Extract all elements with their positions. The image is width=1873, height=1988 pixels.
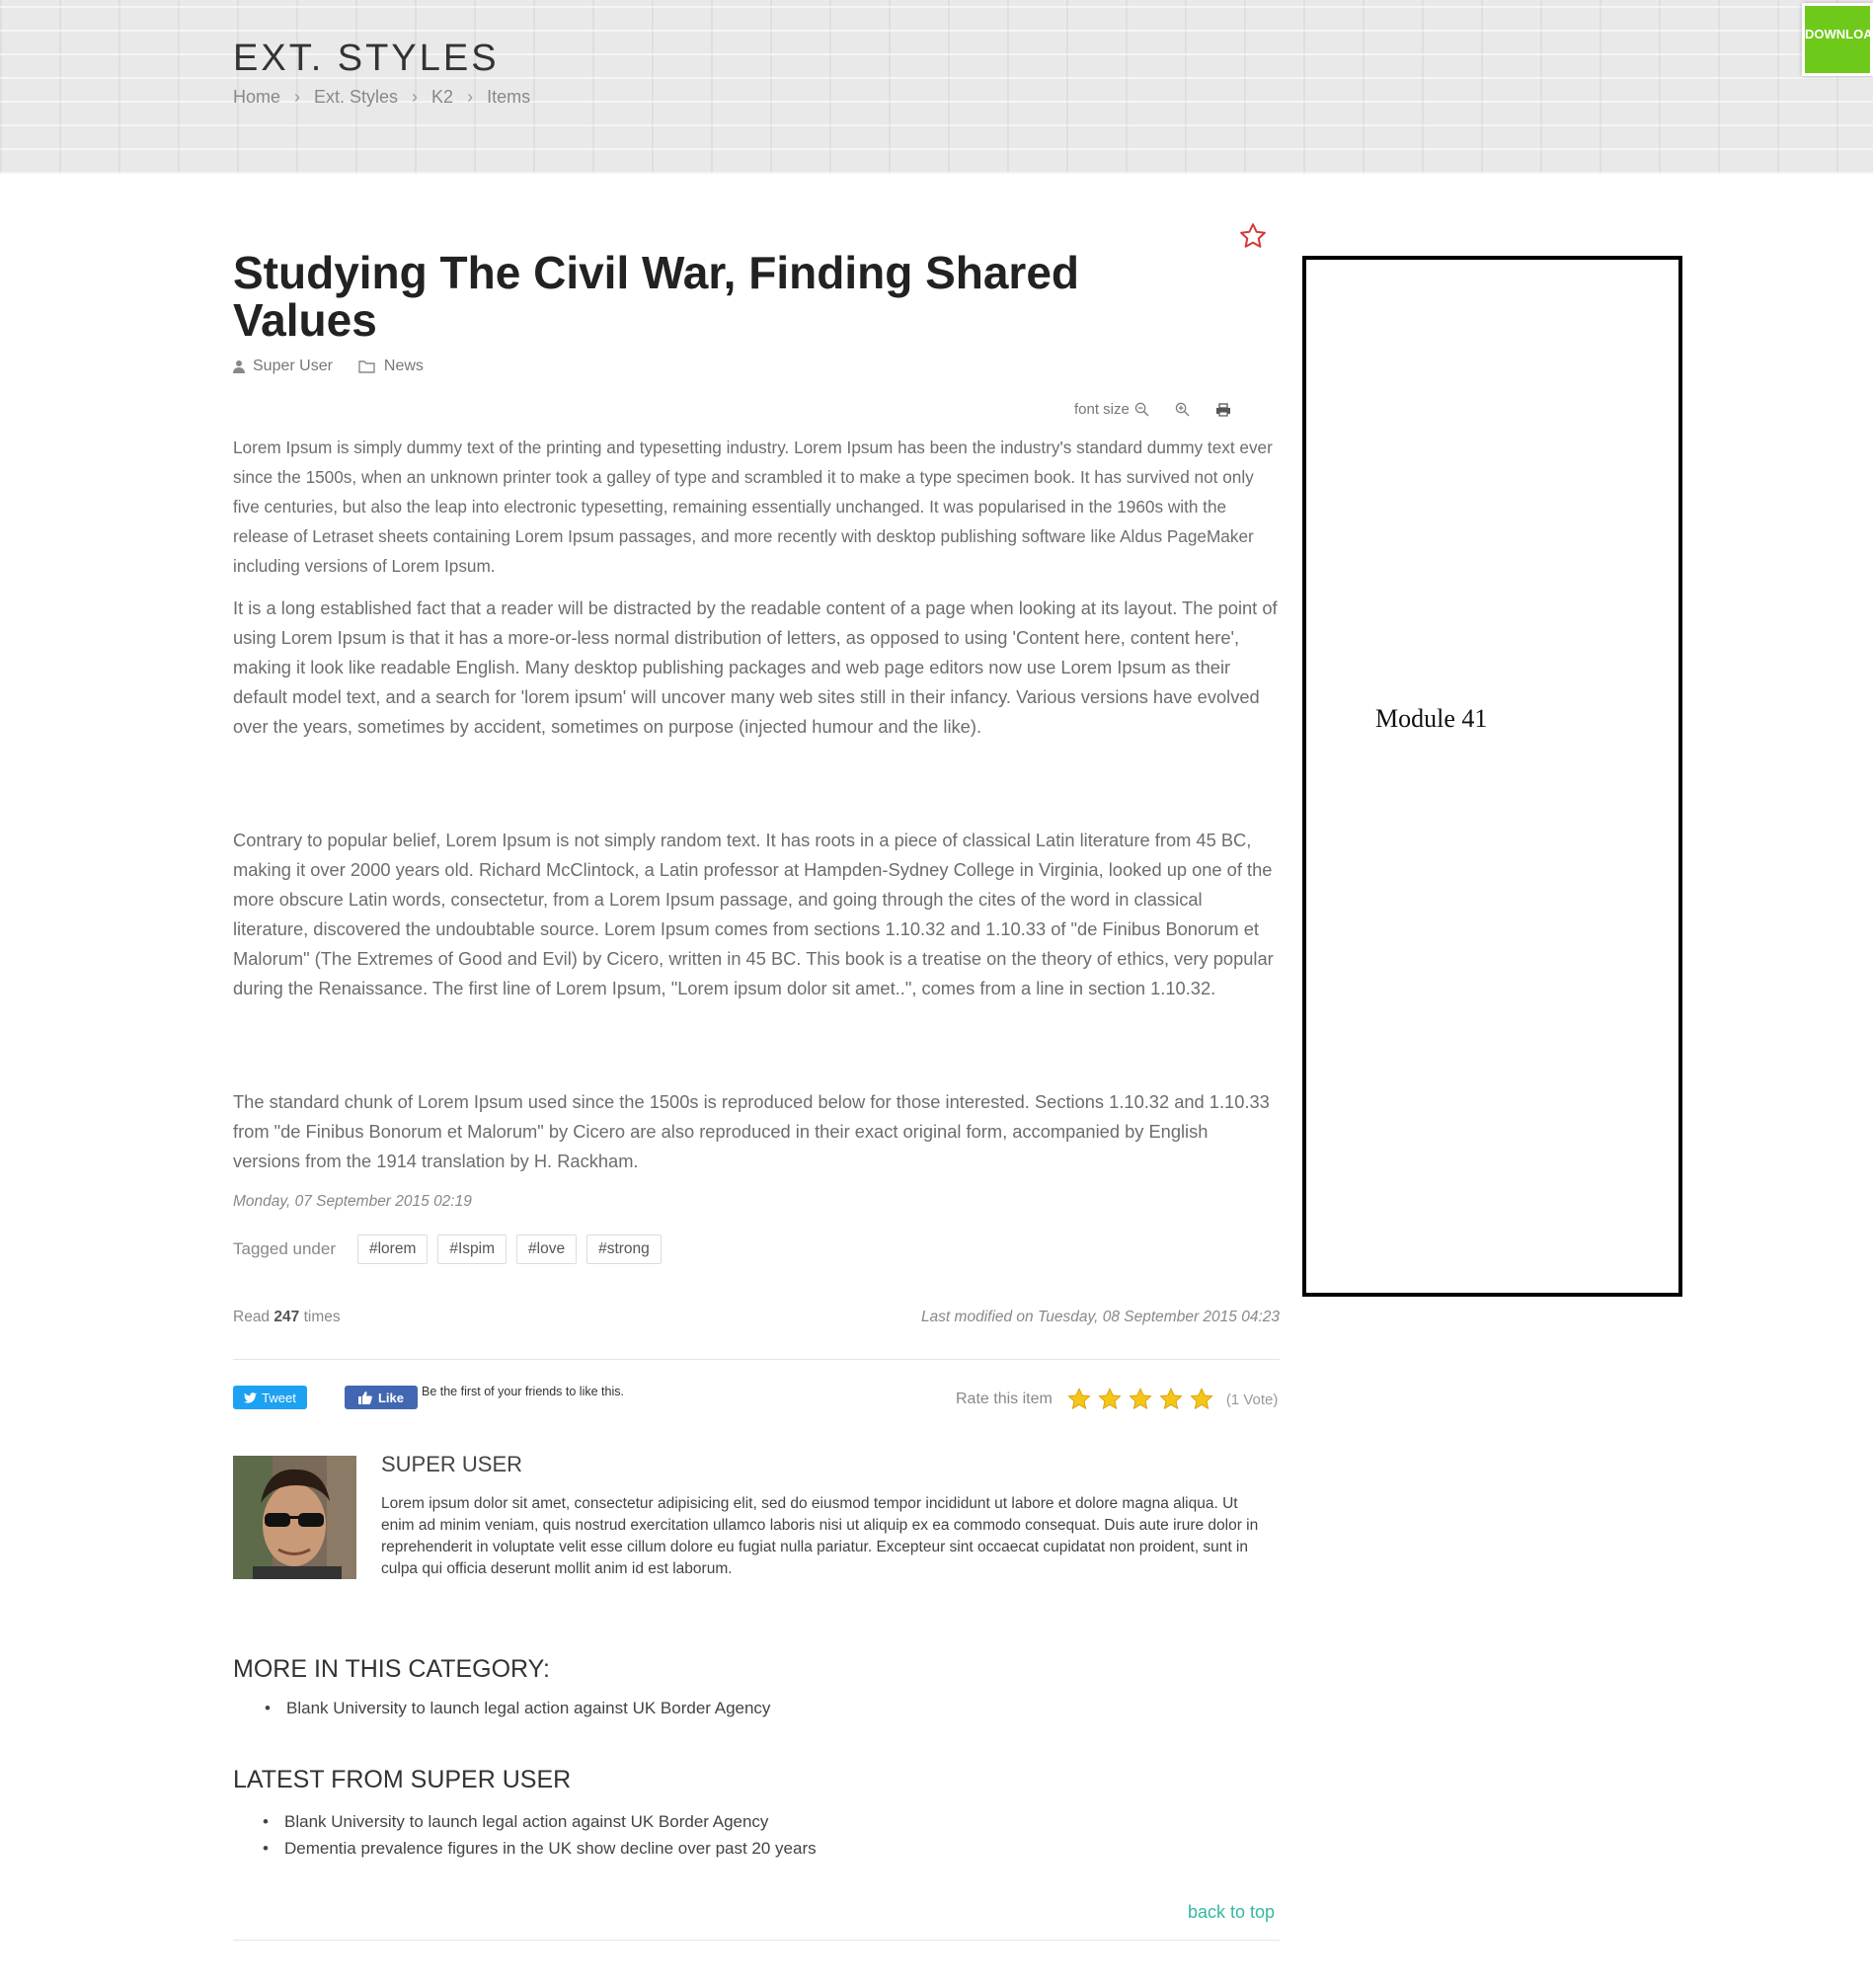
more-in-category-list: Blank University to launch legal action … [265, 1695, 770, 1721]
divider [233, 1359, 1280, 1360]
read-suffix: times [303, 1309, 341, 1325]
last-modified: Last modified on Tuesday, 08 September 2… [920, 1309, 1280, 1325]
page-title: EXT. STYLES [233, 38, 500, 79]
author-meta[interactable]: Super User [233, 358, 333, 375]
tag-lorem[interactable]: #lorem [356, 1234, 429, 1264]
article-paragraph-2: It is a long established fact that a rea… [233, 597, 1278, 737]
author-box-bio: Lorem ipsum dolor sit amet, consectetur … [381, 1495, 1259, 1577]
zoom-in-icon[interactable] [1175, 402, 1190, 417]
font-size-label: font size [1074, 401, 1130, 418]
facebook-like-button[interactable]: Like [345, 1386, 418, 1409]
tag-love[interactable]: #love [516, 1234, 578, 1264]
read-count: Read 247 times [233, 1309, 341, 1326]
rating-widget: Rate this item (1 Vote) [956, 1387, 1278, 1412]
chevron-right-icon: › [294, 87, 301, 107]
rating-stars [1066, 1387, 1214, 1412]
article-meta: Super User News [233, 358, 424, 375]
tag-strong[interactable]: #strong [586, 1234, 662, 1264]
more-in-category-title: MORE IN THIS CATEGORY: [233, 1655, 550, 1683]
read-prefix: Read [233, 1309, 271, 1325]
latest-from-user-list: Blank University to launch legal action … [263, 1808, 817, 1862]
tags-row: Tagged under #lorem #Ispim #love #strong [233, 1234, 662, 1264]
back-to-top-link[interactable]: back to top [1188, 1902, 1275, 1923]
rate-label: Rate this item [956, 1391, 1053, 1407]
thumbs-up-icon [357, 1391, 372, 1404]
rating-star-icon[interactable] [1066, 1387, 1092, 1412]
module-label: Module 41 [1375, 704, 1488, 733]
divider [233, 1940, 1280, 1941]
rating-star-icon[interactable] [1097, 1387, 1123, 1412]
print-icon[interactable] [1215, 402, 1231, 417]
tweet-button[interactable]: Tweet [233, 1386, 307, 1409]
breadcrumb: Home › Ext. Styles › K2 › Items [233, 87, 530, 108]
breadcrumb-ext-styles[interactable]: Ext. Styles [314, 87, 398, 108]
user-icon [233, 360, 245, 373]
article-date: Monday, 07 September 2015 02:19 [233, 1193, 472, 1210]
list-item[interactable]: Blank University to launch legal action … [265, 1695, 770, 1721]
download-now-button[interactable]: DOWNLOAD NOW [1802, 3, 1873, 76]
article-paragraph-1: Lorem Ipsum is simply dummy text of the … [233, 437, 1273, 576]
author-name-link[interactable]: Super User [253, 358, 333, 375]
tagged-label: Tagged under [233, 1239, 336, 1258]
list-item[interactable]: Dementia prevalence figures in the UK sh… [263, 1835, 817, 1862]
chevron-right-icon: › [467, 87, 474, 107]
like-label: Like [377, 1390, 404, 1405]
rating-star-icon[interactable] [1158, 1387, 1184, 1412]
read-count-value: 247 [273, 1309, 300, 1325]
category-meta[interactable]: News [358, 358, 424, 375]
article-title: Studying The Civil War, Finding Shared V… [233, 247, 1080, 346]
category-link[interactable]: News [384, 358, 424, 375]
article-paragraph-4: The standard chunk of Lorem Ipsum used s… [233, 1091, 1270, 1171]
tweet-label: Tweet [262, 1390, 296, 1405]
chevron-right-icon: › [412, 87, 419, 107]
zoom-out-icon [1134, 402, 1149, 417]
list-item[interactable]: Blank University to launch legal action … [263, 1808, 817, 1835]
folder-icon [358, 360, 375, 373]
breadcrumb-items: Items [487, 87, 531, 107]
article-tools: font size [1074, 401, 1231, 418]
avatar[interactable] [233, 1456, 356, 1579]
latest-from-user-title: LATEST FROM SUPER USER [233, 1766, 572, 1793]
font-size-decrease[interactable]: font size [1074, 401, 1149, 418]
page-header: EXT. STYLES Home › Ext. Styles › K2 › It… [0, 0, 1873, 174]
tag-ispim[interactable]: #Ispim [437, 1234, 507, 1264]
favorite-star-icon[interactable] [1238, 221, 1268, 251]
article-paragraph-3: Contrary to popular belief, Lorem Ipsum … [233, 830, 1274, 998]
rating-star-icon[interactable] [1189, 1387, 1214, 1412]
breadcrumb-k2[interactable]: K2 [431, 87, 453, 108]
author-box-name[interactable]: SUPER USER [381, 1452, 522, 1477]
sidebar-module: Module 41 [1302, 256, 1682, 1297]
facebook-like-text: Be the first of your friends to like thi… [422, 1385, 624, 1398]
vote-count: (1 Vote) [1225, 1391, 1279, 1408]
breadcrumb-home[interactable]: Home [233, 87, 280, 108]
twitter-bird-icon [244, 1392, 258, 1403]
rating-star-icon[interactable] [1128, 1387, 1153, 1412]
